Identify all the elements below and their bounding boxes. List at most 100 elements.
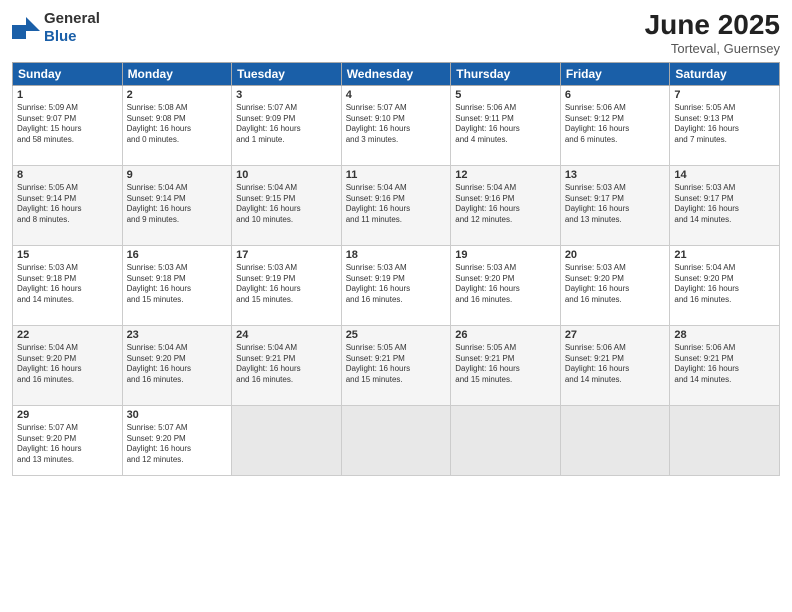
calendar-cell <box>560 405 670 475</box>
calendar-cell: 21 Sunrise: 5:04 AM Sunset: 9:20 PM Dayli… <box>670 245 780 325</box>
day-number: 11 <box>346 169 447 181</box>
calendar-table: SundayMondayTuesdayWednesdayThursdayFrid… <box>12 62 780 476</box>
day-info: Sunrise: 5:06 AM Sunset: 9:12 PM Dayligh… <box>565 103 666 146</box>
calendar-week-row: 15 Sunrise: 5:03 AM Sunset: 9:18 PM Dayli… <box>13 245 780 325</box>
page-header: General Blue June 2025 Torteval, Guernse… <box>12 10 780 56</box>
day-number: 25 <box>346 329 447 341</box>
calendar-cell: 12 Sunrise: 5:04 AM Sunset: 9:16 PM Dayli… <box>451 165 561 245</box>
calendar-cell: 17Sunrise: 5:03 AM Sunset: 9:19 PM Dayli… <box>232 245 342 325</box>
calendar-cell: 26Sunrise: 5:05 AM Sunset: 9:21 PM Dayli… <box>451 325 561 405</box>
column-header-thursday: Thursday <box>451 62 561 85</box>
day-number: 8 <box>17 169 118 181</box>
calendar-cell: 27 Sunrise: 5:06 AM Sunset: 9:21 PM Dayli… <box>560 325 670 405</box>
day-info: Sunrise: 5:06 AM Sunset: 9:21 PM Dayligh… <box>565 343 666 386</box>
day-number: 13 <box>565 169 666 181</box>
calendar-cell: 19 Sunrise: 5:03 AM Sunset: 9:20 PM Dayli… <box>451 245 561 325</box>
day-number: 30 <box>127 409 228 421</box>
calendar-cell: 16 Sunrise: 5:03 AM Sunset: 9:18 PM Dayli… <box>122 245 232 325</box>
calendar-cell: 25 Sunrise: 5:05 AM Sunset: 9:21 PM Dayli… <box>341 325 451 405</box>
day-number: 4 <box>346 89 447 101</box>
day-number: 7 <box>674 89 775 101</box>
day-info: Sunrise: 5:04 AM Sunset: 9:16 PM Dayligh… <box>455 183 556 226</box>
day-number: 22 <box>17 329 118 341</box>
calendar-week-row: 8 Sunrise: 5:05 AM Sunset: 9:14 PM Daylig… <box>13 165 780 245</box>
column-header-monday: Monday <box>122 62 232 85</box>
day-info: Sunrise: 5:03 AM Sunset: 9:20 PM Dayligh… <box>455 263 556 306</box>
day-number: 10 <box>236 169 337 181</box>
calendar-cell: 11 Sunrise: 5:04 AM Sunset: 9:16 PM Dayli… <box>341 165 451 245</box>
day-number: 14 <box>674 169 775 181</box>
calendar-cell: 20Sunrise: 5:03 AM Sunset: 9:20 PM Dayli… <box>560 245 670 325</box>
day-info: Sunrise: 5:07 AM Sunset: 9:09 PM Dayligh… <box>236 103 337 146</box>
day-info: Sunrise: 5:06 AM Sunset: 9:21 PM Dayligh… <box>674 343 775 386</box>
calendar-cell: 2 Sunrise: 5:08 AM Sunset: 9:08 PM Daylig… <box>122 85 232 165</box>
calendar-header-row: SundayMondayTuesdayWednesdayThursdayFrid… <box>13 62 780 85</box>
calendar-cell: 7 Sunrise: 5:05 AM Sunset: 9:13 PM Daylig… <box>670 85 780 165</box>
day-info: Sunrise: 5:04 AM Sunset: 9:14 PM Dayligh… <box>127 183 228 226</box>
day-number: 15 <box>17 249 118 261</box>
day-number: 12 <box>455 169 556 181</box>
day-number: 21 <box>674 249 775 261</box>
calendar-cell: 13 Sunrise: 5:03 AM Sunset: 9:17 PM Dayli… <box>560 165 670 245</box>
calendar-cell: 30Sunrise: 5:07 AM Sunset: 9:20 PM Dayli… <box>122 405 232 475</box>
day-info: Sunrise: 5:05 AM Sunset: 9:13 PM Dayligh… <box>674 103 775 146</box>
logo: General Blue <box>12 10 100 46</box>
calendar-cell: 23 Sunrise: 5:04 AM Sunset: 9:20 PM Dayli… <box>122 325 232 405</box>
day-info: Sunrise: 5:03 AM Sunset: 9:19 PM Dayligh… <box>236 263 337 306</box>
day-info: Sunrise: 5:05 AM Sunset: 9:14 PM Dayligh… <box>17 183 118 226</box>
day-info: Sunrise: 5:04 AM Sunset: 9:20 PM Dayligh… <box>17 343 118 386</box>
day-number: 6 <box>565 89 666 101</box>
day-number: 5 <box>455 89 556 101</box>
column-header-wednesday: Wednesday <box>341 62 451 85</box>
day-number: 9 <box>127 169 228 181</box>
calendar-cell: 6 Sunrise: 5:06 AM Sunset: 9:12 PM Daylig… <box>560 85 670 165</box>
month-title: June 2025 <box>645 10 780 41</box>
calendar-cell: 22 Sunrise: 5:04 AM Sunset: 9:20 PM Dayli… <box>13 325 123 405</box>
day-info: Sunrise: 5:04 AM Sunset: 9:20 PM Dayligh… <box>674 263 775 306</box>
day-info: Sunrise: 5:03 AM Sunset: 9:18 PM Dayligh… <box>17 263 118 306</box>
calendar-cell: 8 Sunrise: 5:05 AM Sunset: 9:14 PM Daylig… <box>13 165 123 245</box>
day-number: 23 <box>127 329 228 341</box>
calendar-cell <box>670 405 780 475</box>
day-info: Sunrise: 5:09 AM Sunset: 9:07 PM Dayligh… <box>17 103 118 146</box>
calendar-week-row: 22 Sunrise: 5:04 AM Sunset: 9:20 PM Dayli… <box>13 325 780 405</box>
day-number: 2 <box>127 89 228 101</box>
day-info: Sunrise: 5:07 AM Sunset: 9:10 PM Dayligh… <box>346 103 447 146</box>
calendar-week-row: 29Sunrise: 5:07 AM Sunset: 9:20 PM Dayli… <box>13 405 780 475</box>
day-number: 18 <box>346 249 447 261</box>
day-info: Sunrise: 5:03 AM Sunset: 9:17 PM Dayligh… <box>565 183 666 226</box>
day-info: Sunrise: 5:03 AM Sunset: 9:18 PM Dayligh… <box>127 263 228 306</box>
calendar-cell <box>451 405 561 475</box>
calendar-cell: 4 Sunrise: 5:07 AM Sunset: 9:10 PM Daylig… <box>341 85 451 165</box>
calendar-cell: 5 Sunrise: 5:06 AM Sunset: 9:11 PM Daylig… <box>451 85 561 165</box>
day-number: 19 <box>455 249 556 261</box>
day-number: 27 <box>565 329 666 341</box>
calendar-cell: 28 Sunrise: 5:06 AM Sunset: 9:21 PM Dayli… <box>670 325 780 405</box>
day-info: Sunrise: 5:06 AM Sunset: 9:11 PM Dayligh… <box>455 103 556 146</box>
day-number: 29 <box>17 409 118 421</box>
day-info: Sunrise: 5:05 AM Sunset: 9:21 PM Dayligh… <box>346 343 447 386</box>
calendar-cell <box>341 405 451 475</box>
calendar-cell: 3 Sunrise: 5:07 AM Sunset: 9:09 PM Daylig… <box>232 85 342 165</box>
day-info: Sunrise: 5:08 AM Sunset: 9:08 PM Dayligh… <box>127 103 228 146</box>
calendar-cell: 1Sunrise: 5:09 AM Sunset: 9:07 PM Daylig… <box>13 85 123 165</box>
day-info: Sunrise: 5:05 AM Sunset: 9:21 PM Dayligh… <box>455 343 556 386</box>
calendar-cell: 18Sunrise: 5:03 AM Sunset: 9:19 PM Dayli… <box>341 245 451 325</box>
day-number: 16 <box>127 249 228 261</box>
day-info: Sunrise: 5:04 AM Sunset: 9:21 PM Dayligh… <box>236 343 337 386</box>
day-info: Sunrise: 5:04 AM Sunset: 9:16 PM Dayligh… <box>346 183 447 226</box>
day-number: 24 <box>236 329 337 341</box>
day-info: Sunrise: 5:04 AM Sunset: 9:15 PM Dayligh… <box>236 183 337 226</box>
column-header-friday: Friday <box>560 62 670 85</box>
day-info: Sunrise: 5:04 AM Sunset: 9:20 PM Dayligh… <box>127 343 228 386</box>
logo-icon <box>12 17 40 39</box>
day-number: 28 <box>674 329 775 341</box>
calendar-week-row: 1Sunrise: 5:09 AM Sunset: 9:07 PM Daylig… <box>13 85 780 165</box>
logo-text-blue: Blue <box>44 28 77 45</box>
calendar-cell: 9 Sunrise: 5:04 AM Sunset: 9:14 PM Daylig… <box>122 165 232 245</box>
location-text: Torteval, Guernsey <box>645 41 780 56</box>
day-number: 3 <box>236 89 337 101</box>
day-info: Sunrise: 5:03 AM Sunset: 9:20 PM Dayligh… <box>565 263 666 306</box>
column-header-sunday: Sunday <box>13 62 123 85</box>
title-block: June 2025 Torteval, Guernsey <box>645 10 780 56</box>
